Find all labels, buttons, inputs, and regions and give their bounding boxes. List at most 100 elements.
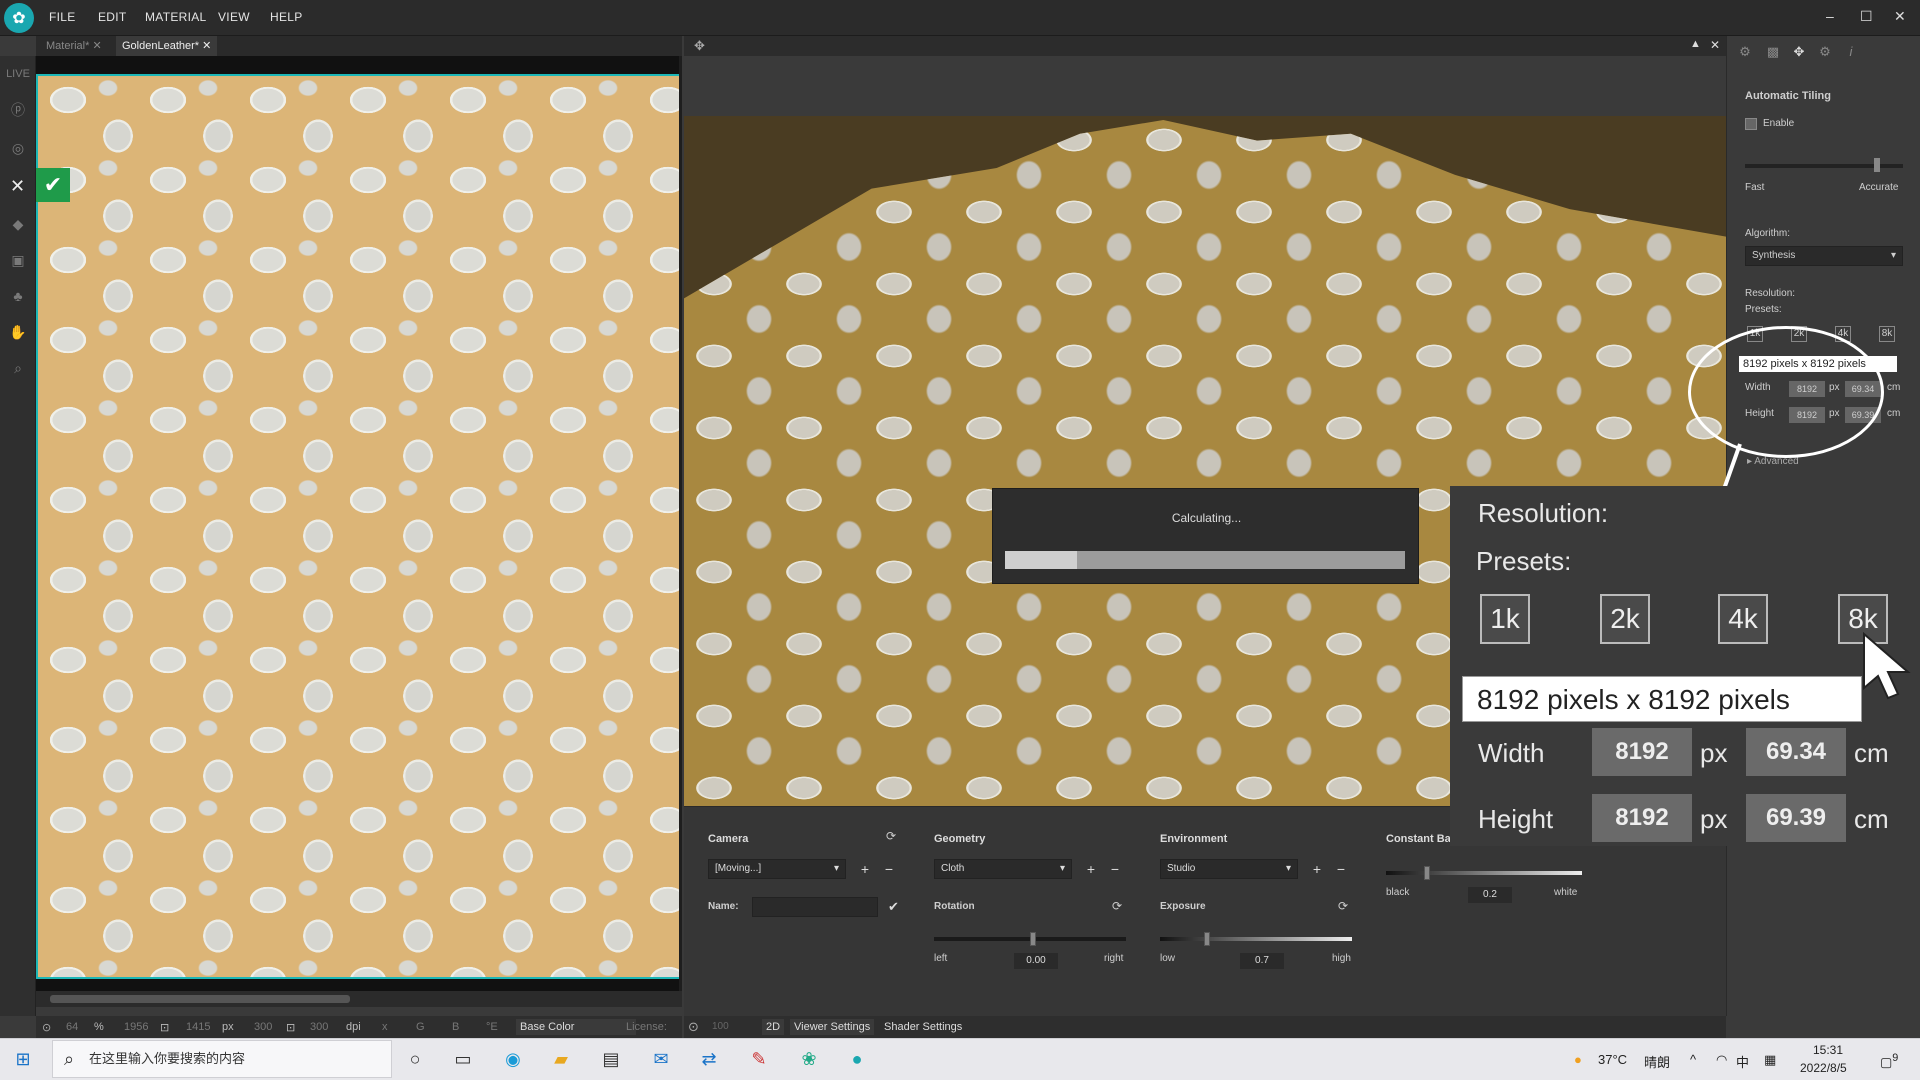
algorithm-dropdown[interactable]: Synthesis (1745, 246, 1903, 266)
close-icon[interactable]: ✕ (1894, 8, 1906, 25)
background-value[interactable]: 0.2 (1468, 887, 1512, 903)
settings-icon[interactable]: ⚙ (1735, 42, 1755, 62)
camera-remove-icon[interactable]: − (880, 860, 898, 878)
background-slider-thumb[interactable] (1424, 866, 1430, 880)
gear-icon[interactable]: ⚙ (1815, 42, 1835, 62)
mail-icon[interactable]: ✉ (648, 1046, 674, 1072)
clock-time[interactable]: 15:31 (1813, 1043, 1843, 1057)
zoom-preset-1k[interactable]: 1k (1480, 594, 1530, 644)
b-label[interactable]: B (452, 1021, 459, 1033)
rotation-slider-thumb[interactable] (1030, 932, 1036, 946)
pattern-icon[interactable]: ▩ (1763, 42, 1783, 62)
edge-icon[interactable]: ◉ (500, 1046, 526, 1072)
active-app-icon[interactable]: ● (844, 1046, 870, 1072)
channel-dropdown[interactable]: Base Color (516, 1019, 636, 1035)
drop-icon[interactable]: ◆ (8, 214, 28, 234)
weather-icon[interactable]: ● (1574, 1052, 1582, 1067)
zoom-preset-2k[interactable]: 2k (1600, 594, 1650, 644)
move-icon[interactable]: ✥ (694, 38, 705, 54)
exposure-value[interactable]: 0.7 (1240, 953, 1284, 969)
rotation-value[interactable]: 0.00 (1014, 953, 1058, 969)
e-label[interactable]: °E (486, 1021, 498, 1033)
menu-file[interactable]: FILE (49, 10, 76, 24)
keyboard-icon[interactable]: ▦ (1764, 1052, 1776, 1068)
dpi-value-1[interactable]: 300 (254, 1021, 272, 1033)
height-value[interactable]: 1415 (186, 1021, 210, 1033)
temperature-label[interactable]: 37°C (1598, 1052, 1627, 1067)
notification-icon[interactable]: ▢9 (1880, 1052, 1898, 1070)
weather-label[interactable]: 晴朗 (1644, 1052, 1670, 1071)
store-icon[interactable]: ▤ (598, 1046, 624, 1072)
texture-image[interactable] (36, 74, 679, 979)
confirm-check-icon[interactable]: ✔ (36, 168, 70, 202)
windows-start-icon[interactable]: ⊞ (10, 1046, 36, 1072)
tab-shader-settings[interactable]: Shader Settings (880, 1019, 967, 1035)
rotation-reset-icon[interactable]: ⟳ (1112, 899, 1122, 913)
geometry-add-icon[interactable]: + (1082, 860, 1100, 878)
texture-view[interactable] (36, 56, 682, 991)
task-view-icon[interactable]: ▭ (450, 1046, 476, 1072)
preset-8k-button[interactable]: 8k (1879, 326, 1895, 342)
quality-slider-thumb[interactable] (1874, 158, 1881, 172)
tab-close-icon[interactable]: ✕ (92, 40, 101, 52)
dpi-link-icon[interactable]: ⊡ (286, 1021, 295, 1034)
teamviewer-icon[interactable]: ⇄ (696, 1046, 722, 1072)
width-value[interactable]: 1956 (124, 1021, 148, 1033)
cancel-icon[interactable]: ✕ (10, 176, 25, 197)
app-icon-1[interactable]: ✎ (746, 1046, 772, 1072)
collapse-icon[interactable]: ▲ (1690, 38, 1701, 50)
zoom-value[interactable]: 64 (66, 1021, 78, 1033)
maximize-icon[interactable]: ☐ (1860, 8, 1873, 25)
camera-add-icon[interactable]: + (856, 860, 874, 878)
tab-material[interactable]: Material* ✕ (40, 36, 108, 56)
menu-edit[interactable]: EDIT (98, 10, 127, 24)
exposure-reset-icon[interactable]: ⟳ (1338, 899, 1348, 913)
scrollbar-thumb[interactable] (50, 995, 350, 1003)
stamp-icon[interactable]: ♣ (8, 286, 28, 306)
hand-icon[interactable]: ✋ (8, 322, 28, 342)
environment-dropdown[interactable]: Studio (1160, 859, 1298, 879)
camera-reset-icon[interactable]: ⟳ (886, 829, 896, 843)
viewer-fit-icon[interactable]: ⊙ (688, 1019, 699, 1035)
tab-goldenleather[interactable]: GoldenLeather* ✕ (116, 36, 218, 56)
zoom-height-cm[interactable]: 69.39 (1746, 794, 1846, 842)
taskbar-search-input[interactable]: 在这里输入你要搜索的内容 (52, 1040, 392, 1078)
dpi-value-2[interactable]: 300 (310, 1021, 328, 1033)
network-icon[interactable]: ◠ (1716, 1052, 1727, 1068)
menu-help[interactable]: HELP (270, 10, 303, 24)
g-label[interactable]: G (416, 1021, 425, 1033)
menu-view[interactable]: VIEW (218, 10, 250, 24)
search-icon[interactable]: ⌕ (8, 358, 28, 378)
image-icon[interactable]: ▣ (8, 250, 28, 270)
zoom-width-cm[interactable]: 69.34 (1746, 728, 1846, 776)
cortana-icon[interactable]: ○ (402, 1046, 428, 1072)
tiling-icon[interactable]: ✥ (1789, 42, 1809, 62)
camera-name-input[interactable] (752, 897, 878, 917)
minimize-icon[interactable]: – (1826, 8, 1834, 24)
exposure-slider[interactable] (1160, 937, 1352, 941)
exposure-slider-thumb[interactable] (1204, 932, 1210, 946)
enable-checkbox[interactable] (1745, 118, 1757, 130)
tray-chevron-icon[interactable]: ^ (1690, 1052, 1696, 1067)
menu-material[interactable]: MATERIAL (145, 10, 207, 24)
zoom-height-px[interactable]: 8192 (1592, 794, 1692, 842)
geometry-dropdown[interactable]: Cloth (934, 859, 1072, 879)
2d-toggle[interactable]: 2D (762, 1019, 785, 1035)
tab-close-icon[interactable]: ✕ (202, 40, 211, 52)
camera-dropdown[interactable]: [Moving...] (708, 859, 846, 879)
close-viewport-icon[interactable]: ✕ (1710, 38, 1720, 52)
zoom-width-px[interactable]: 8192 (1592, 728, 1692, 776)
zoom-preset-4k[interactable]: 4k (1718, 594, 1768, 644)
link-icon[interactable]: ⊡ (160, 1021, 169, 1034)
camera-name-confirm-icon[interactable]: ✔ (888, 899, 899, 915)
fit-icon[interactable]: ⊙ (42, 1021, 51, 1034)
ime-label[interactable]: 中 (1736, 1052, 1749, 1071)
geometry-remove-icon[interactable]: − (1106, 860, 1124, 878)
environment-add-icon[interactable]: + (1308, 860, 1326, 878)
environment-remove-icon[interactable]: − (1332, 860, 1350, 878)
pin-icon[interactable]: ⓟ (8, 100, 28, 120)
tab-viewer-settings[interactable]: Viewer Settings (790, 1019, 875, 1035)
file-explorer-icon[interactable]: ▰ (548, 1046, 574, 1072)
info-icon[interactable]: i (1841, 42, 1861, 62)
background-slider[interactable] (1386, 871, 1582, 875)
